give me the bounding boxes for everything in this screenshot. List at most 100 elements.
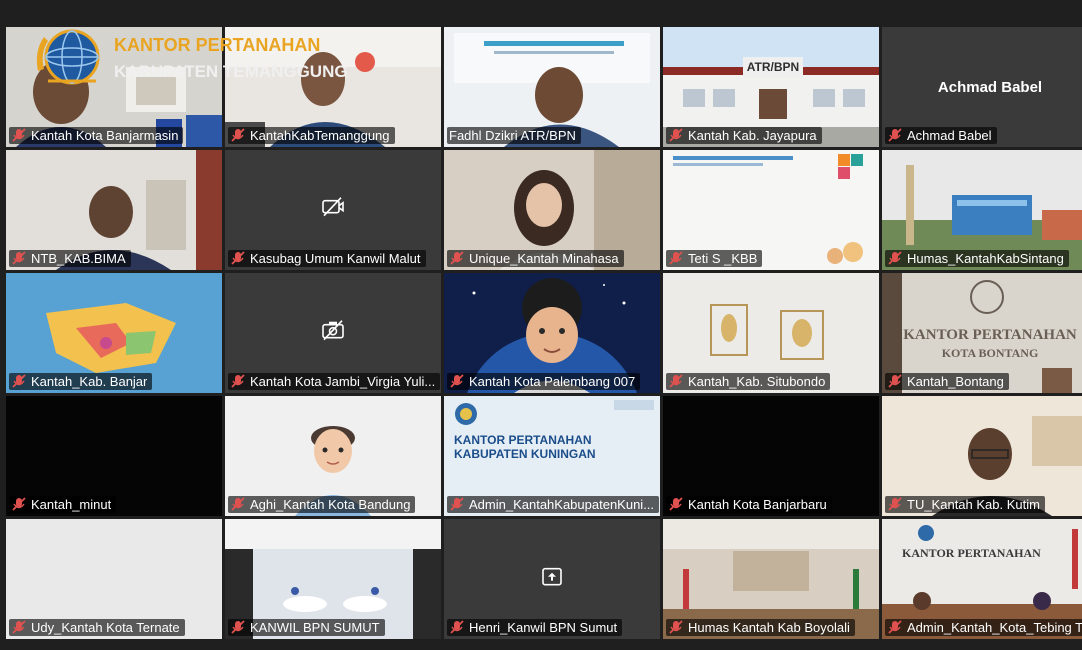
participant-tile[interactable]: Henri_Kanwil BPN Sumut (444, 519, 660, 639)
participant-name: Teti S _KBB (688, 251, 758, 266)
participant-name: Achmad Babel (907, 128, 992, 143)
participant-name-tag: Kantah Kota Banjarmasin (9, 127, 184, 144)
participant-tile[interactable]: Kantah_Kab. Situbondo (663, 273, 879, 393)
mic-muted-icon (450, 620, 464, 634)
participant-name-tag: KantahKabTemanggung (228, 127, 395, 144)
participant-name: KANWIL BPN SUMUT (250, 620, 380, 635)
participant-name-tag: Udy_Kantah Kota Ternate (9, 619, 185, 636)
participant-name: Admin_Kantah_Kota_Tebing T... (907, 620, 1082, 635)
participant-name: Kantah Kota Jambi_Virgia Yuli... (250, 374, 436, 389)
participant-tile[interactable]: Udy_Kantah Kota Ternate (6, 519, 222, 639)
participant-tile[interactable]: KANTOR PERTANAHAN Admin_Kantah_Kota_Tebi… (882, 519, 1082, 639)
participant-name-tag: Achmad Babel (885, 127, 997, 144)
building-sign: ATR/BPN (747, 60, 799, 74)
mic-muted-icon (450, 251, 464, 265)
screen-share-icon (542, 567, 562, 586)
participant-name-tag: Humas_KantahKabSintang (885, 250, 1069, 267)
participant-tile[interactable]: Kantah Kota Banjarbaru (663, 396, 879, 516)
slide-title-line1: KANTOR PERTANAHAN (454, 433, 592, 447)
wall-sign-line2: KOTA BONTANG (942, 346, 1039, 360)
participant-name-tag: Kasubag Umum Kanwil Malut (228, 250, 426, 267)
participant-display-name: Achmad Babel (937, 79, 1043, 96)
participant-name: Kantah Kota Palembang 007 (469, 374, 636, 389)
participant-tile[interactable]: Kantah Kota Jambi_Virgia Yuli... (225, 273, 441, 393)
slide-title-line2: KABUPATEN KUNINGAN (454, 447, 596, 461)
agency-logo (36, 29, 100, 85)
mic-muted-icon (12, 128, 26, 142)
mic-muted-icon (669, 374, 683, 388)
mic-muted-icon (231, 374, 245, 388)
participant-tile[interactable]: Kantah_minut (6, 396, 222, 516)
participant-name: Kantah_Kab. Situbondo (688, 374, 826, 389)
participant-name-tag: Kantah Kota Jambi_Virgia Yuli... (228, 373, 441, 390)
mic-muted-icon (231, 497, 245, 511)
wall-sign-line1: KANTOR PERTANAHAN (902, 546, 1041, 560)
participant-name-tag: Fadhl Dzikri ATR/BPN (447, 127, 581, 144)
video-off-icon (322, 320, 344, 341)
participant-name: Unique_Kantah Minahasa (469, 251, 619, 266)
mic-muted-icon (669, 128, 683, 142)
mic-muted-icon (888, 620, 902, 634)
participant-name-tag: Kantah_Bontang (885, 373, 1009, 390)
participant-name-tag: Kantah Kab. Jayapura (666, 127, 822, 144)
overlay-subtitle: KABUPATEN TEMANGGUNG (114, 62, 348, 81)
mic-muted-icon (231, 620, 245, 634)
participant-tile[interactable]: Humas_KantahKabSintang (882, 150, 1082, 270)
participant-tile[interactable]: Aghi_Kantah Kota Bandung (225, 396, 441, 516)
overlay-title: KANTOR PERTANAHAN (114, 35, 321, 55)
participant-name-tag: Kantah_Kab. Banjar (9, 373, 153, 390)
participant-name: Humas Kantah Kab Boyolali (688, 620, 850, 635)
video-off-icon (322, 197, 344, 217)
mic-muted-icon (12, 497, 26, 511)
participant-name-tag: Kantah_Kab. Situbondo (666, 373, 831, 390)
mic-muted-icon (669, 251, 683, 265)
participant-name-tag: TU_Kantah Kab. Kutim (885, 496, 1045, 513)
participant-name: Aghi_Kantah Kota Bandung (250, 497, 411, 512)
participant-tile[interactable]: KANTOR PERTANAHAN KABUPATEN KUNINGAN Adm… (444, 396, 660, 516)
wall-sign-line1: KANTOR PERTANAHAN (903, 327, 1077, 343)
participant-name-tag: Aghi_Kantah Kota Bandung (228, 496, 416, 513)
participant-tile[interactable]: ATR/BPN Kantah Kab. Jayapura (663, 27, 879, 147)
participant-tile[interactable]: KANWIL BPN SUMUT (225, 519, 441, 639)
participant-name: Henri_Kanwil BPN Sumut (469, 620, 618, 635)
participant-name-tag: NTB_KAB.BIMA (9, 250, 131, 267)
participant-name: Udy_Kantah Kota Ternate (31, 620, 180, 635)
participant-name-tag: Kantah_minut (9, 496, 117, 513)
participant-name-tag: Kantah Kota Banjarbaru (666, 496, 832, 513)
mic-muted-icon (12, 251, 26, 265)
mic-muted-icon (450, 374, 464, 388)
participant-name: Kantah_Kab. Banjar (31, 374, 148, 389)
participant-name: Humas_KantahKabSintang (907, 251, 1064, 266)
participant-tile[interactable]: TU_Kantah Kab. Kutim (882, 396, 1082, 516)
participant-name-tag: Admin_Kantah_Kota_Tebing T... (885, 619, 1082, 636)
participant-tile[interactable]: NTB_KAB.BIMA (6, 150, 222, 270)
participant-tile[interactable]: Teti S _KBB (663, 150, 879, 270)
participant-tile[interactable]: Achmad Babel Achmad Babel (882, 27, 1082, 147)
mic-muted-icon (231, 251, 245, 265)
mic-muted-icon (888, 374, 902, 388)
participant-tile[interactable]: KANTOR PERTANAHAN KOTA BONTANG Kantah_Bo… (882, 273, 1082, 393)
participant-name-tag: Humas Kantah Kab Boyolali (666, 619, 855, 636)
participant-name: KantahKabTemanggung (250, 128, 390, 143)
participant-tile[interactable]: Kantah Kota Palembang 007 (444, 273, 660, 393)
participant-name: TU_Kantah Kab. Kutim (907, 497, 1040, 512)
participant-tile[interactable]: Kantah_Kab. Banjar (6, 273, 222, 393)
participant-tile[interactable]: Humas Kantah Kab Boyolali (663, 519, 879, 639)
participant-name: Kantah_minut (31, 497, 112, 512)
participant-name-tag: KANWIL BPN SUMUT (228, 619, 385, 636)
video-grid: Kantah Kota Banjarmasin KantahKabTemangg… (6, 27, 1082, 643)
mic-muted-icon (669, 497, 683, 511)
mic-muted-icon (12, 374, 26, 388)
mic-muted-icon (12, 620, 26, 634)
participant-name-tag: Unique_Kantah Minahasa (447, 250, 624, 267)
participant-name: Admin_KantahKabupatenKuni... (469, 497, 655, 512)
participant-name: Kantah Kab. Jayapura (688, 128, 817, 143)
participant-tile[interactable]: Kasubag Umum Kanwil Malut (225, 150, 441, 270)
participant-name-tag: Henri_Kanwil BPN Sumut (447, 619, 623, 636)
participant-name: Kantah Kota Banjarbaru (688, 497, 827, 512)
mic-muted-icon (888, 128, 902, 142)
participant-name: Kasubag Umum Kanwil Malut (250, 251, 421, 266)
participant-name-tag: Teti S _KBB (666, 250, 763, 267)
participant-tile[interactable]: Unique_Kantah Minahasa (444, 150, 660, 270)
participant-tile[interactable]: Fadhl Dzikri ATR/BPN (444, 27, 660, 147)
